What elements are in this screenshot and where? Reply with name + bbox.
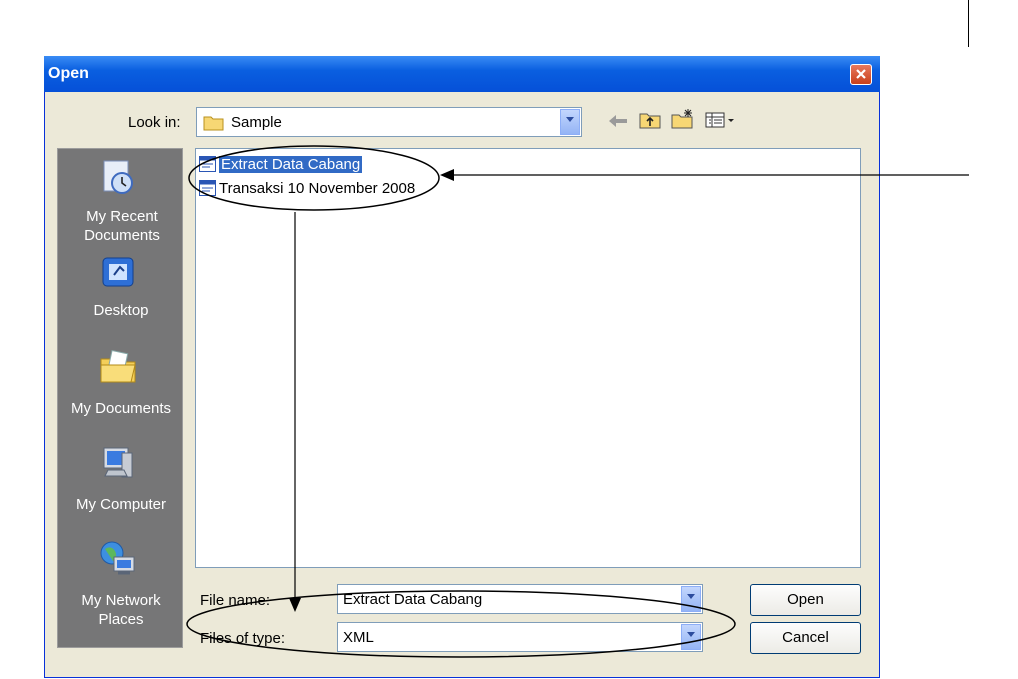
cancel-button[interactable]: Cancel: [750, 622, 861, 654]
file-item[interactable]: Extract Data Cabang: [199, 155, 363, 175]
file-name: Transaksi 10 November 2008: [219, 180, 416, 197]
filename-value: Extract Data Cabang: [343, 591, 483, 608]
open-button[interactable]: Open: [750, 584, 861, 616]
new-folder-icon[interactable]: [670, 108, 696, 130]
margin-line: [968, 0, 969, 47]
up-folder-icon[interactable]: [638, 110, 662, 130]
filetype-dropdown-button[interactable]: [681, 624, 701, 650]
lookin-value: Sample: [231, 114, 282, 131]
filename-dropdown-button[interactable]: [681, 586, 701, 612]
filetype-value: XML: [343, 629, 374, 646]
lookin-label: Look in:: [128, 114, 181, 131]
back-icon[interactable]: [607, 112, 629, 130]
my-documents-icon: [100, 349, 136, 383]
dialog-title: Open: [48, 65, 89, 82]
lookin-combo[interactable]: Sample: [196, 107, 582, 137]
lookin-dropdown-button[interactable]: [560, 109, 580, 135]
filename-label: File name:: [200, 592, 271, 609]
my-computer-icon: [103, 447, 133, 478]
file-name: Extract Data Cabang: [219, 156, 363, 173]
close-button[interactable]: [850, 64, 872, 85]
view-menu-icon[interactable]: [704, 110, 738, 130]
xml-file-icon: [199, 156, 216, 172]
filetype-select[interactable]: XML: [337, 622, 703, 652]
places-bar: My Recent Documents Desktop My Documents…: [57, 148, 183, 648]
place-my-documents[interactable]: My Documents: [58, 347, 184, 425]
close-icon: [856, 69, 866, 79]
recent-documents-icon: [103, 160, 133, 194]
folder-icon: [203, 116, 224, 131]
place-my-computer[interactable]: My Computer: [58, 443, 184, 521]
xml-file-icon: [199, 180, 216, 196]
file-list[interactable]: Extract Data Cabang Transaksi 10 Novembe…: [195, 148, 861, 568]
place-recent-documents[interactable]: My Recent Documents: [58, 157, 184, 249]
filetype-label: Files of type:: [200, 630, 286, 647]
filename-input[interactable]: Extract Data Cabang: [337, 584, 703, 614]
file-item[interactable]: Transaksi 10 November 2008: [199, 179, 415, 199]
desktop-icon: [102, 257, 134, 287]
place-network-places[interactable]: My Network Places: [58, 539, 184, 631]
title-bar: Open: [44, 56, 880, 92]
place-desktop[interactable]: Desktop: [58, 253, 184, 331]
network-places-icon: [100, 541, 135, 575]
